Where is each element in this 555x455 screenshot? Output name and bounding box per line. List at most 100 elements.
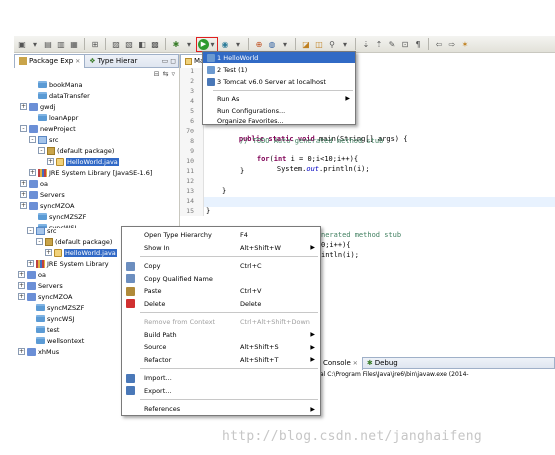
- show-whitespace-icon[interactable]: ¶: [412, 38, 424, 50]
- package-icon[interactable]: ▧: [123, 38, 135, 50]
- collapse-all-icon[interactable]: ⊟: [154, 70, 160, 78]
- new-icon[interactable]: ▣: [16, 38, 28, 50]
- tree-item[interactable]: + Servers: [20, 189, 65, 200]
- tab-console[interactable]: Console ✕: [319, 356, 363, 370]
- tree-item[interactable]: - (default package): [36, 236, 112, 247]
- context-menu-item[interactable]: Source Alt+Shift+S ▶: [122, 341, 320, 353]
- run-menu-item[interactable]: 1 HelloWorld: [203, 52, 355, 63]
- context-menu-item[interactable]: Paste Ctrl+V: [122, 285, 320, 297]
- new-dropdown-icon-2[interactable]: ▾: [279, 38, 291, 50]
- run-button-highlight[interactable]: ▶ ▾: [196, 36, 218, 52]
- new-dropdown-icon[interactable]: ▾: [29, 38, 41, 50]
- tree-item[interactable]: syncWSJ: [27, 313, 74, 324]
- search-dropdown-icon[interactable]: ▾: [339, 38, 351, 50]
- context-menu-item[interactable]: Copy Qualified Name: [122, 273, 320, 285]
- pin-icon[interactable]: ⊞: [89, 38, 101, 50]
- expand-icon[interactable]: +: [20, 180, 27, 187]
- code-line-7[interactable]: public static void main(String[] args) {: [222, 127, 408, 143]
- tree-item[interactable]: + syncMZOA: [18, 291, 72, 302]
- close-icon[interactable]: ✕: [353, 360, 358, 367]
- context-menu-item[interactable]: Declarations▶: [122, 416, 320, 417]
- minimize-icon[interactable]: ▭: [162, 57, 171, 65]
- tree-item[interactable]: syncMZSZF: [29, 211, 86, 222]
- debug-dropdown-icon[interactable]: ▾: [183, 38, 195, 50]
- tree-item[interactable]: + Servers: [18, 280, 63, 291]
- open-task-icon[interactable]: ◫: [313, 38, 325, 50]
- expand-icon[interactable]: +: [20, 191, 27, 198]
- link-with-editor-icon[interactable]: ⇆: [163, 70, 169, 78]
- tree-item[interactable]: + HelloWorld.java: [47, 156, 119, 167]
- new-server-icon[interactable]: ⊕: [253, 38, 265, 50]
- run-icon[interactable]: ▶: [198, 38, 209, 50]
- context-menu-item[interactable]: Import...: [122, 372, 320, 384]
- forward-icon[interactable]: ⇨: [446, 38, 458, 50]
- tree-item[interactable]: + oa: [20, 178, 48, 189]
- code-line-9[interactable]: for(int i = 0;i<10;i++){: [240, 147, 358, 163]
- context-menu-item[interactable]: References ▶: [122, 403, 320, 415]
- save-all-icon[interactable]: ▥: [55, 38, 67, 50]
- tree-item[interactable]: - newProject: [20, 123, 76, 134]
- code-line-11[interactable]: }: [240, 167, 244, 177]
- context-menu-item[interactable]: Refactor Alt+Shift+T ▶: [122, 354, 320, 366]
- expand-icon[interactable]: +: [47, 158, 54, 165]
- tree-item[interactable]: + syncMZOA: [20, 200, 74, 211]
- collapse-icon[interactable]: -: [38, 147, 45, 154]
- run-menu-item[interactable]: 3 Tomcat v6.0 Server at localhost: [203, 76, 355, 87]
- context-menu-item[interactable]: Build Path ▶: [122, 329, 320, 341]
- external-tools-dropdown-icon[interactable]: ▾: [232, 38, 244, 50]
- new-java-project-icon[interactable]: ◍: [266, 38, 278, 50]
- code-fragment-2[interactable]: 0;i++){: [321, 241, 351, 251]
- tree-item[interactable]: + JRE System Library: [27, 258, 109, 269]
- run-menu-item[interactable]: 2 Test (1): [203, 64, 355, 75]
- debug-icon[interactable]: ✱: [170, 38, 182, 50]
- save-icon[interactable]: ▤: [42, 38, 54, 50]
- tree-item[interactable]: + gwdj: [20, 101, 55, 112]
- tab-package-explorer[interactable]: Package Exp ✕: [15, 54, 86, 68]
- expand-icon[interactable]: +: [18, 271, 25, 278]
- code-fragment-1[interactable]: nerated method stub: [321, 231, 401, 241]
- tab-debug[interactable]: ✱ Debug: [363, 357, 402, 370]
- expand-icon[interactable]: +: [18, 293, 25, 300]
- code-line-13[interactable]: }: [222, 187, 226, 197]
- external-tools-icon[interactable]: ◉: [219, 38, 231, 50]
- tree-item[interactable]: + oa: [18, 269, 46, 280]
- tab-type-hierarchy[interactable]: ❖ Type Hierar: [85, 55, 141, 68]
- package-explorer-icon[interactable]: ▩: [149, 38, 161, 50]
- collapse-icon[interactable]: -: [20, 125, 27, 132]
- context-menu-item[interactable]: Copy Ctrl+C: [122, 260, 320, 272]
- expand-icon[interactable]: +: [45, 249, 52, 256]
- tree-item[interactable]: + JRE System Library [JavaSE-1.6]: [29, 167, 152, 178]
- expand-icon[interactable]: +: [29, 169, 36, 176]
- open-icon[interactable]: ▨: [110, 38, 122, 50]
- back-icon[interactable]: ⇦: [433, 38, 445, 50]
- context-menu-item[interactable]: Export...: [122, 385, 320, 397]
- tree-item[interactable]: + HelloWorld.java: [45, 247, 117, 258]
- open-type-icon[interactable]: ◪: [300, 38, 312, 50]
- print-icon[interactable]: ▦: [68, 38, 80, 50]
- context-menu-item[interactable]: Delete Delete: [122, 298, 320, 310]
- tree-item[interactable]: - src: [29, 134, 59, 145]
- tree-item[interactable]: + xhMus: [18, 346, 59, 357]
- view-menu-icon[interactable]: ▿: [171, 70, 175, 78]
- toggle-mark-icon[interactable]: ✎: [386, 38, 398, 50]
- tree-item[interactable]: dataTransfer: [29, 90, 90, 101]
- tree-item[interactable]: - (default package): [38, 145, 114, 156]
- class-icon[interactable]: ◧: [136, 38, 148, 50]
- tree-item[interactable]: test: [27, 324, 59, 335]
- code-line-10[interactable]: System.out.println(i);: [260, 157, 370, 173]
- context-menu-item[interactable]: Open Type Hierarchy F4: [122, 229, 320, 241]
- expand-icon[interactable]: +: [20, 202, 27, 209]
- close-icon[interactable]: ✕: [75, 58, 80, 65]
- run-menu-item[interactable]: Run As ▶: [203, 93, 355, 104]
- collapse-icon[interactable]: -: [27, 227, 34, 234]
- run-menu-item[interactable]: Organize Favorites...: [203, 115, 355, 126]
- code-line-8[interactable]: // TODO Auto-generated method stub: [240, 137, 383, 147]
- context-menu-item[interactable]: Show In Alt+Shift+W ▶: [122, 242, 320, 254]
- expand-icon[interactable]: +: [27, 260, 34, 267]
- code-fragment-3[interactable]: intln(i);: [321, 251, 359, 261]
- prev-annotation-icon[interactable]: ⇡: [373, 38, 385, 50]
- pin-editor-icon[interactable]: ⊡: [399, 38, 411, 50]
- collapse-icon[interactable]: -: [36, 238, 43, 245]
- tree-item[interactable]: syncMZSZF: [27, 302, 84, 313]
- code-line-15[interactable]: }: [206, 207, 210, 217]
